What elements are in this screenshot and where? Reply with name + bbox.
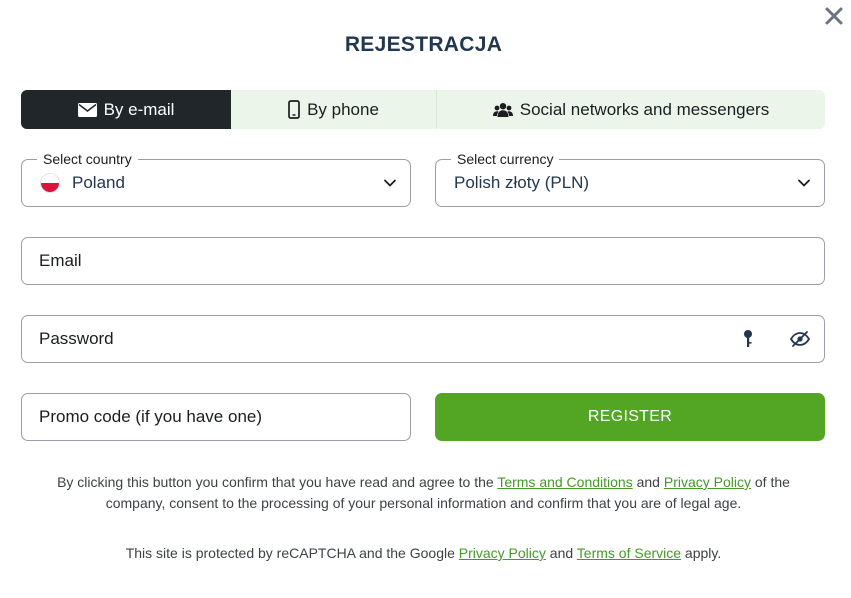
- email-field[interactable]: [22, 238, 824, 284]
- recaptcha-and: and: [545, 545, 577, 561]
- eye-slash-icon[interactable]: [789, 330, 811, 348]
- close-button[interactable]: [822, 4, 846, 28]
- tab-label: Social networks and messengers: [519, 99, 770, 119]
- recaptcha-notice: This site is protected by reCAPTCHA and …: [0, 545, 847, 561]
- tab-label: By phone: [307, 99, 379, 119]
- chevron-down-icon: [798, 179, 810, 187]
- tab-social-networks[interactable]: Social networks and messengers: [437, 90, 825, 129]
- country-value: Poland: [72, 173, 125, 192]
- chevron-down-icon: [384, 179, 396, 187]
- promo-field-wrapper: [21, 393, 411, 441]
- registration-method-tabs: By e-mail By phone Social networks and m…: [21, 90, 825, 129]
- register-button[interactable]: REGISTER: [435, 393, 825, 441]
- page-title: REJESTRACJA: [344, 33, 503, 56]
- password-field-wrapper: [21, 315, 825, 363]
- terms-of-service-link[interactable]: Terms of Service: [577, 545, 681, 561]
- close-icon: [825, 7, 843, 25]
- envelope-icon: [77, 102, 97, 117]
- terms-and-conditions-link[interactable]: Terms and Conditions: [497, 474, 632, 490]
- tab-label: By e-mail: [103, 99, 175, 119]
- consent-and: and: [632, 474, 664, 490]
- currency-select[interactable]: Select currency Polish złoty (PLN): [435, 150, 825, 207]
- tab-by-email[interactable]: By e-mail: [21, 90, 231, 129]
- key-icon[interactable]: [741, 329, 755, 349]
- country-select[interactable]: Select country Poland: [21, 150, 411, 207]
- recaptcha-suffix: apply.: [681, 545, 722, 561]
- password-field[interactable]: [22, 316, 824, 362]
- tab-by-phone[interactable]: By phone: [231, 90, 436, 129]
- google-privacy-policy-link[interactable]: Privacy Policy: [459, 545, 546, 561]
- privacy-policy-link[interactable]: Privacy Policy: [664, 474, 751, 490]
- promo-code-field[interactable]: [22, 394, 410, 440]
- consent-prefix: By clicking this button you confirm that…: [57, 474, 498, 490]
- consent-text: By clicking this button you confirm that…: [30, 472, 817, 514]
- email-field-wrapper: [21, 237, 825, 285]
- users-icon: [492, 102, 513, 118]
- phone-icon: [288, 100, 300, 119]
- currency-value: Polish złoty (PLN): [454, 173, 590, 192]
- recaptcha-prefix: This site is protected by reCAPTCHA and …: [125, 545, 459, 561]
- poland-flag-icon: [40, 173, 60, 193]
